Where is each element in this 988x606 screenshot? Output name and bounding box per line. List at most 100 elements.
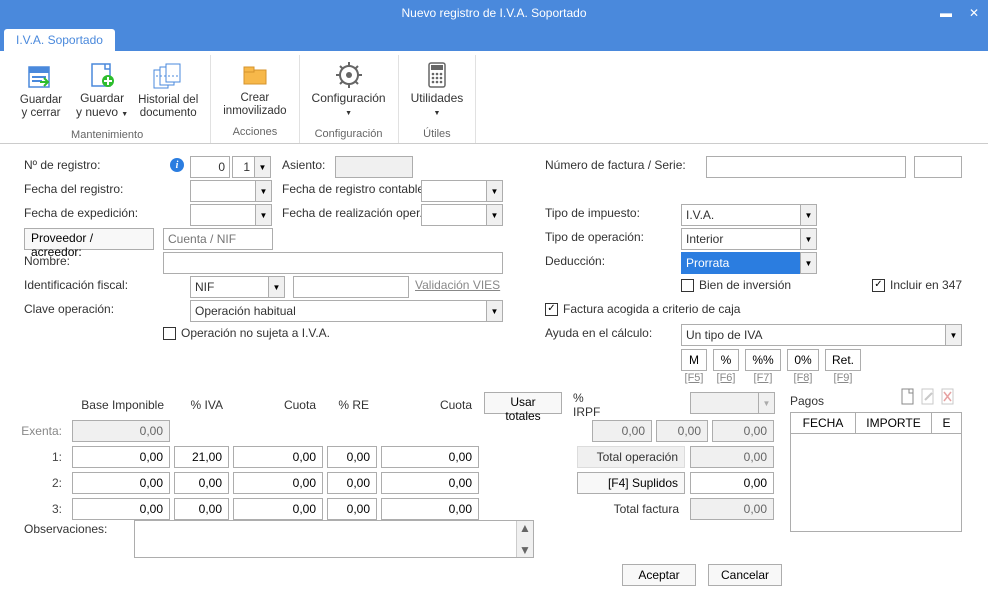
r3-iva[interactable]: 0,00	[174, 498, 229, 520]
r2-iva[interactable]: 0,00	[174, 472, 229, 494]
r1-iva[interactable]: 21,00	[174, 446, 229, 468]
asiento-label: Asiento:	[282, 158, 325, 172]
factura-criterio-checkbox[interactable]	[545, 303, 558, 316]
clave-op-label: Clave operación:	[24, 302, 114, 316]
suplidos-value[interactable]: 0,00	[690, 472, 774, 494]
clave-op-dropdown[interactable]: ▼	[486, 300, 503, 322]
nombre-input[interactable]	[163, 252, 503, 274]
r3-re[interactable]: 0,00	[327, 498, 377, 520]
op-no-sujeta-checkbox[interactable]	[163, 327, 176, 340]
form-body: Nº de registro: i ▼ Fecha del registro: …	[0, 144, 988, 604]
pagos-hd-e: E	[932, 413, 961, 433]
n-registro-input-2[interactable]	[232, 156, 254, 178]
r3-cuota[interactable]: 0,00	[233, 498, 323, 520]
historial-button[interactable]: Historial del documento	[134, 57, 202, 123]
guardar-nuevo-label: Guardar y nuevo	[76, 91, 124, 119]
proveedor-input[interactable]	[163, 228, 273, 250]
fecha-real-oper-dropdown[interactable]: ▼	[486, 204, 503, 226]
ayuda-calc-select[interactable]	[681, 324, 945, 346]
group-utiles-label: Útiles	[407, 126, 468, 140]
configuracion-button[interactable]: Configuración▼	[308, 57, 390, 122]
n-registro-dropdown[interactable]: ▼	[254, 156, 271, 178]
tipo-impuesto-label: Tipo de impuesto:	[545, 206, 640, 220]
r2-re[interactable]: 0,00	[327, 472, 377, 494]
tipo-impuesto-select[interactable]	[681, 204, 800, 226]
observaciones-scrollbar[interactable]: ▲▼	[516, 521, 533, 557]
suplidos-button[interactable]: [F4] Suplidos	[577, 472, 685, 494]
irpf-extra-dropdown[interactable]: ▼	[758, 392, 775, 414]
pagos-edit-icon[interactable]	[920, 388, 936, 409]
help-pct-button[interactable]: %	[713, 349, 739, 371]
fecha-exped-input[interactable]	[190, 204, 255, 226]
observaciones-input[interactable]	[135, 521, 516, 557]
group-mantenimiento-label: Mantenimiento	[12, 127, 202, 141]
pagos-grid[interactable]: FECHA IMPORTE E	[790, 412, 962, 532]
hd-cuota: Cuota	[232, 394, 322, 416]
r3-cuota2[interactable]: 0,00	[381, 498, 479, 520]
fecha-real-oper-label: Fecha de realización oper.:	[282, 206, 426, 220]
pagos-label: Pagos	[790, 394, 824, 408]
crear-inmovilizado-button[interactable]: Crear inmovilizado	[219, 57, 290, 120]
aceptar-button[interactable]: Aceptar	[622, 564, 696, 586]
help-pctpct-button[interactable]: %%	[745, 349, 781, 371]
close-button[interactable]: ✕	[960, 0, 988, 26]
n-registro-input-1[interactable]	[190, 156, 230, 178]
op-no-sujeta-label: Operación no sujeta a I.V.A.	[181, 326, 330, 340]
ident-fiscal-select[interactable]	[190, 276, 268, 298]
proveedor-button[interactable]: Proveedor / acreedor:	[24, 228, 154, 250]
fecha-real-oper-input[interactable]	[421, 204, 486, 226]
r2-base[interactable]: 0,00	[72, 472, 170, 494]
ident-fiscal-dropdown[interactable]: ▼	[268, 276, 285, 298]
tipo-operacion-select[interactable]	[681, 228, 800, 250]
deduccion-dropdown[interactable]: ▼	[800, 252, 817, 274]
calculator-icon	[421, 59, 453, 91]
help-zeropct-button[interactable]: 0%	[787, 349, 819, 371]
fecha-registro-dropdown[interactable]: ▼	[255, 180, 272, 202]
hd-pctre: % RE	[325, 394, 375, 416]
cancelar-button[interactable]: Cancelar	[708, 564, 782, 586]
help-ret-button[interactable]: Ret.	[825, 349, 861, 371]
num-factura-input[interactable]	[706, 156, 906, 178]
guardar-nuevo-button[interactable]: Guardar y nuevo ▼	[72, 57, 132, 123]
r3-base[interactable]: 0,00	[72, 498, 170, 520]
help-f6-label: [F6]	[717, 372, 736, 384]
r2-cuota[interactable]: 0,00	[233, 472, 323, 494]
ribbon-tabstrip: I.V.A. Soportado	[0, 26, 988, 51]
info-icon[interactable]: i	[170, 158, 184, 172]
exenta-label: Exenta:	[20, 420, 68, 442]
usar-totales-button[interactable]: Usar totales	[484, 392, 562, 414]
r1-cuota[interactable]: 0,00	[233, 446, 323, 468]
tipo-operacion-dropdown[interactable]: ▼	[800, 228, 817, 250]
utilidades-button[interactable]: Utilidades▼	[407, 57, 468, 122]
exenta-value: 0,00	[72, 420, 170, 442]
ayuda-calc-label: Ayuda en el cálculo:	[545, 326, 652, 340]
deduccion-select[interactable]	[681, 252, 800, 274]
bien-inversion-checkbox[interactable]	[681, 279, 694, 292]
tab-iva-soportado[interactable]: I.V.A. Soportado	[4, 29, 115, 51]
validacion-vies-link[interactable]: Validación VIES	[415, 278, 500, 292]
fecha-exped-dropdown[interactable]: ▼	[255, 204, 272, 226]
irpf-extra-select[interactable]	[690, 392, 758, 414]
guardar-cerrar-button[interactable]: Guardar y cerrar	[12, 57, 70, 123]
r2-cuota2[interactable]: 0,00	[381, 472, 479, 494]
incluir-347-checkbox[interactable]	[872, 279, 885, 292]
fecha-reg-cont-dropdown[interactable]: ▼	[486, 180, 503, 202]
r1-base[interactable]: 0,00	[72, 446, 170, 468]
fecha-reg-cont-input[interactable]	[421, 180, 486, 202]
ayuda-calc-dropdown[interactable]: ▼	[945, 324, 962, 346]
r1-re[interactable]: 0,00	[327, 446, 377, 468]
ribbon: Guardar y cerrar Guardar y nuevo ▼ Histo…	[0, 51, 988, 144]
ident-fiscal-input[interactable]	[293, 276, 409, 298]
total-operacion-label: Total operación	[577, 446, 685, 468]
incluir-347-label: Incluir en 347	[890, 278, 962, 292]
clave-op-select[interactable]	[190, 300, 486, 322]
minimize-button[interactable]: ▬	[932, 0, 960, 26]
observaciones-label: Observaciones:	[24, 522, 107, 536]
tipo-impuesto-dropdown[interactable]: ▼	[800, 204, 817, 226]
pagos-new-icon[interactable]	[900, 388, 916, 409]
pagos-delete-icon[interactable]	[940, 388, 956, 409]
fecha-registro-input[interactable]	[190, 180, 255, 202]
num-factura-serie-input[interactable]	[914, 156, 962, 178]
r1-cuota2[interactable]: 0,00	[381, 446, 479, 468]
help-m-button[interactable]: M	[681, 349, 707, 371]
